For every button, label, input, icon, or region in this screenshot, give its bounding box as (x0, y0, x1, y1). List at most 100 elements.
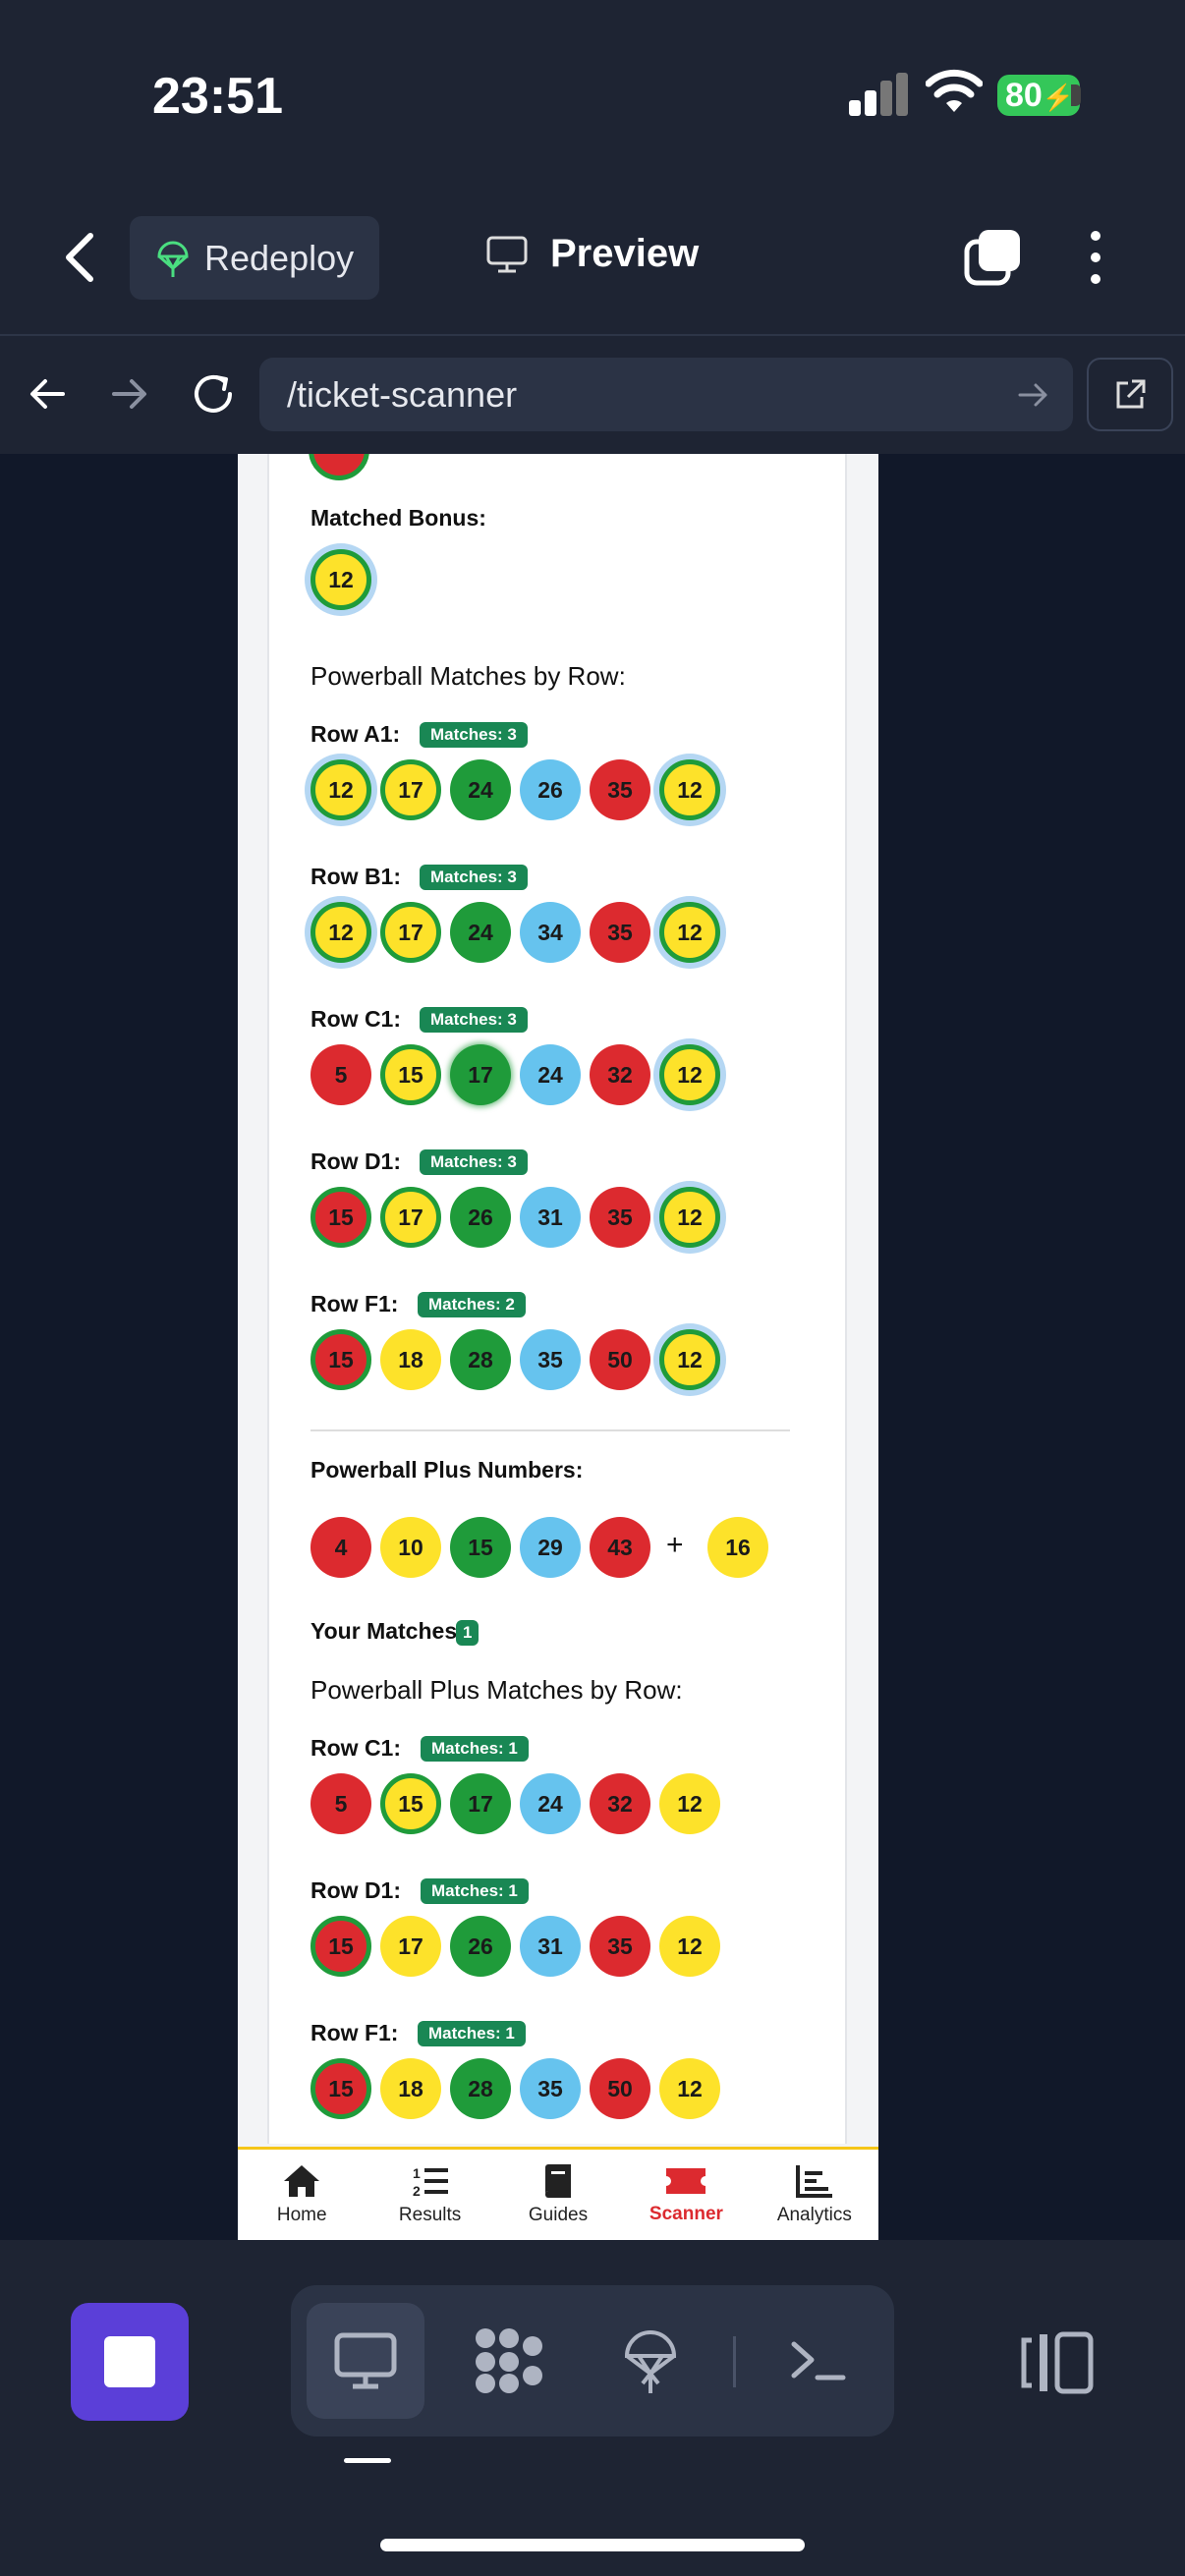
matches-badge: Matches: 3 (420, 722, 528, 748)
app-preview-frame: Matched Bonus: 12 Powerball Matches by R… (238, 454, 878, 2240)
battery-tip (1071, 84, 1081, 106)
ball: 28 (450, 1329, 511, 1390)
battery-level: 80 (1005, 77, 1043, 114)
matches-badge: Matches: 3 (420, 1007, 528, 1033)
ball: 10 (380, 1517, 441, 1578)
ball: 12 (659, 759, 720, 820)
nodes-icon (476, 2328, 542, 2393)
nav-label: Guides (528, 2205, 589, 2225)
nav-item-guides[interactable]: Guides (494, 2150, 622, 2240)
ball: 12 (659, 1916, 720, 1977)
matches-badge: Matches: 3 (420, 865, 528, 890)
ball: 32 (590, 1044, 650, 1105)
matched-bonus-label: Matched Bonus: (310, 505, 486, 531)
ball: 28 (450, 2058, 511, 2119)
ball: 24 (520, 1773, 581, 1834)
ball: 12 (659, 1329, 720, 1390)
deploy-tool-button[interactable] (592, 2303, 709, 2419)
workflow-tool-button[interactable] (450, 2303, 568, 2419)
browser-back-icon[interactable] (24, 369, 73, 419)
layout-toggle-icon[interactable] (1018, 2328, 1097, 2397)
ball: 50 (590, 2058, 650, 2119)
row-label: Row D1: (310, 1877, 401, 1903)
matches-badge: Matches: 1 (421, 1878, 529, 1904)
ball: 31 (520, 1916, 581, 1977)
reload-icon[interactable] (189, 369, 238, 419)
ball: 15 (310, 1187, 371, 1248)
ball: 29 (520, 1517, 581, 1578)
signal-icon (849, 73, 908, 116)
open-external-button[interactable] (1087, 358, 1173, 431)
ball: 35 (590, 1187, 650, 1248)
back-chevron-icon[interactable] (61, 232, 100, 283)
wifi-icon (926, 69, 983, 112)
ball: 15 (380, 1044, 441, 1105)
row-label: Row F1: (310, 1291, 399, 1316)
ball: 12 (659, 1044, 720, 1105)
ball: 26 (450, 1187, 511, 1248)
ball: 18 (380, 1329, 441, 1390)
preview-tool-button[interactable] (307, 2303, 424, 2419)
ball: 15 (310, 1916, 371, 1977)
url-go-icon[interactable] (1014, 377, 1053, 413)
home-icon (284, 2165, 320, 2197)
deploy-icon (624, 2330, 677, 2393)
redeploy-button[interactable]: Redeploy (130, 216, 379, 300)
ball: 12 (659, 1773, 720, 1834)
stop-button[interactable] (71, 2303, 189, 2421)
url-input[interactable]: /ticket-scanner (259, 358, 1073, 431)
redeploy-icon (157, 241, 189, 277)
ball: 43 (590, 1517, 650, 1578)
external-link-icon (1116, 379, 1146, 408)
row-label: Row C1: (310, 1735, 401, 1761)
browser-forward-icon[interactable] (104, 369, 153, 419)
terminal-icon (791, 2341, 846, 2380)
nav-item-scanner[interactable]: Scanner (622, 2150, 750, 2240)
ball (309, 454, 369, 480)
ball: 12 (659, 2058, 720, 2119)
ball: 15 (450, 1517, 511, 1578)
preview-label: Preview (550, 232, 700, 275)
ball: 17 (380, 1187, 441, 1248)
nav-label: Scanner (649, 2204, 723, 2224)
preview-title[interactable]: Preview (485, 232, 699, 276)
bottom-nav: Home 1 2 Results Guides Scanner Analytic… (238, 2147, 878, 2240)
ball: 31 (520, 1187, 581, 1248)
ball: 34 (520, 902, 581, 963)
section-divider (310, 1429, 790, 1431)
nav-item-results[interactable]: 1 2 Results (366, 2150, 493, 2240)
ball: 35 (590, 902, 650, 963)
ball: 50 (590, 1329, 650, 1390)
ball: 35 (520, 1329, 581, 1390)
svg-text:2: 2 (413, 2183, 421, 2199)
svg-text:1: 1 (413, 2165, 421, 2181)
book-icon (545, 2164, 572, 2198)
ball: 35 (520, 2058, 581, 2119)
more-vertical-icon[interactable] (1081, 228, 1110, 287)
ball: 17 (450, 1044, 511, 1105)
nav-item-analytics[interactable]: Analytics (751, 2150, 878, 2240)
terminal-tool-button[interactable] (759, 2303, 876, 2419)
matches-badge: Matches: 1 (421, 1736, 529, 1762)
ball: 18 (380, 2058, 441, 2119)
ball: 12 (310, 902, 371, 963)
results-card: Matched Bonus: 12 Powerball Matches by R… (267, 454, 847, 2144)
ball: 5 (310, 1773, 371, 1834)
plus-bonus-ball: 16 (707, 1517, 768, 1578)
ball: 12 (659, 1187, 720, 1248)
powerball-matches-heading: Powerball Matches by Row: (310, 661, 626, 691)
row-label: Row F1: (310, 2020, 399, 2045)
tool-separator (733, 2336, 736, 2387)
nav-item-home[interactable]: Home (238, 2150, 366, 2240)
ball: 35 (590, 1916, 650, 1977)
nav-label: Results (398, 2205, 462, 2225)
plus-matches-heading: Powerball Plus Matches by Row: (310, 1675, 683, 1705)
monitor-icon (486, 236, 528, 272)
ball: 5 (310, 1044, 371, 1105)
tabs-icon[interactable] (963, 228, 1022, 287)
nav-label: Analytics (776, 2205, 852, 2225)
ball: 24 (450, 759, 511, 820)
active-tab-indicator (344, 2458, 391, 2463)
ball: 15 (310, 1329, 371, 1390)
home-indicator (380, 2539, 805, 2551)
